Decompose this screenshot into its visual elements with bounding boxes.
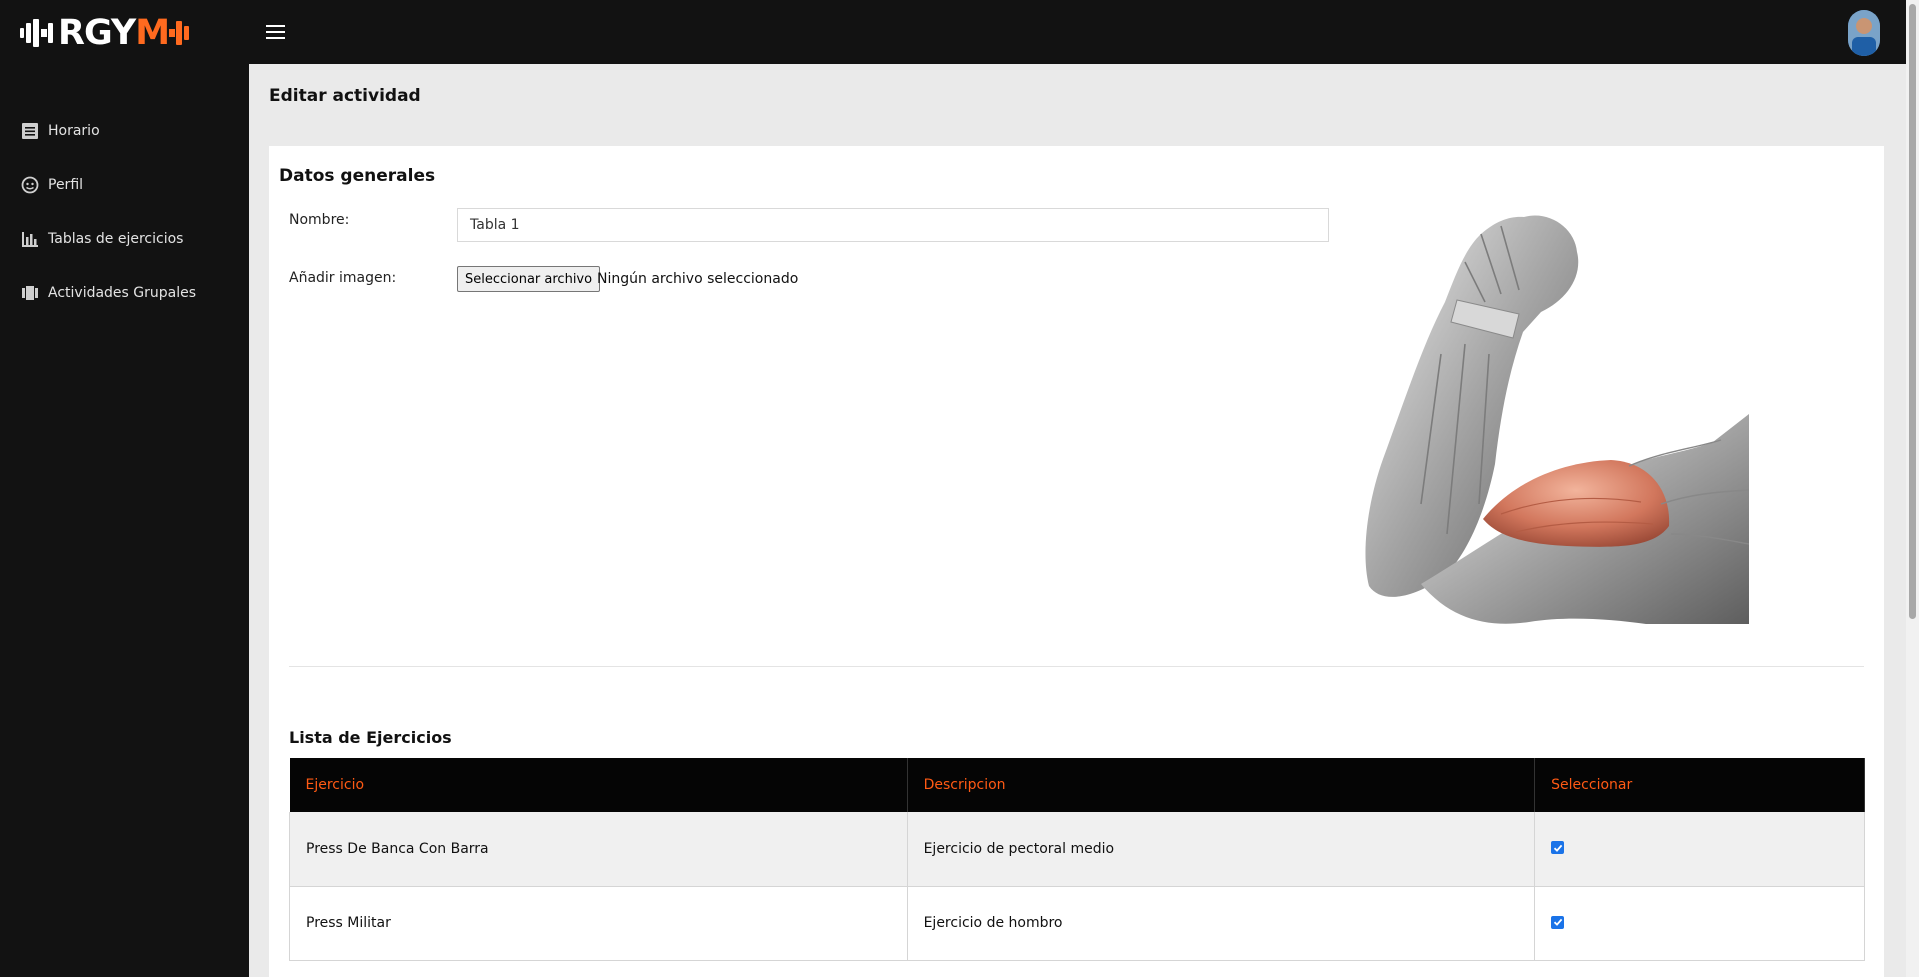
sidebar-item-perfil[interactable]: Perfil <box>0 158 249 212</box>
top-bar: RGYM <box>0 0 1906 64</box>
form-card: Datos generales Nombre: Tabla 1 Añadir i… <box>269 146 1884 977</box>
exercise-select-checkbox[interactable] <box>1551 841 1565 855</box>
sidebar-item-label: Horario <box>48 123 100 139</box>
logo-text: RGYM <box>58 13 170 53</box>
dumbbell-left-icon <box>20 19 53 47</box>
exercise-list-title: Lista de Ejercicios <box>289 728 452 747</box>
image-label: Añadir imagen: <box>289 270 397 286</box>
sidebar-item-tablas[interactable]: Tablas de ejercicios <box>0 212 249 266</box>
dumbbell-right-icon <box>169 21 190 45</box>
sidebar-nav: Horario Perfil Tablas de ejercicios Acti… <box>0 104 249 320</box>
section-divider <box>289 666 1864 667</box>
column-header-descripcion[interactable]: Descripcion <box>907 758 1536 812</box>
page-title: Editar actividad <box>269 86 421 106</box>
user-avatar[interactable] <box>1848 10 1880 56</box>
name-input-value: Tabla 1 <box>470 217 520 233</box>
exercise-select-checkbox[interactable] <box>1551 915 1565 929</box>
sidebar-item-label: Actividades Grupales <box>48 285 197 301</box>
exercise-description-cell: Ejercicio de pectoral medio <box>907 812 1536 887</box>
hamburger-icon[interactable] <box>266 25 285 39</box>
section-title: Datos generales <box>279 166 436 186</box>
sidebar-item-label: Tablas de ejercicios <box>48 231 184 247</box>
table-row: Press Militar Ejercicio de hombro <box>289 886 1865 961</box>
table-row: Press De Banca Con Barra Ejercicio de pe… <box>289 812 1865 887</box>
exercise-name-cell: Press De Banca Con Barra <box>289 812 908 887</box>
group-activity-icon <box>22 286 38 300</box>
name-label: Nombre: <box>289 212 350 228</box>
exercise-description-cell: Ejercicio de hombro <box>907 886 1536 961</box>
file-select-button[interactable]: Seleccionar archivo <box>457 266 601 292</box>
profile-icon <box>21 176 39 194</box>
sidebar-item-label: Perfil <box>48 177 84 193</box>
sidebar-item-horario[interactable]: Horario <box>0 104 249 158</box>
main-content: Editar actividad Datos generales Nombre:… <box>249 64 1906 977</box>
select-cell <box>1534 812 1865 887</box>
select-cell <box>1534 886 1865 961</box>
schedule-icon <box>22 123 38 139</box>
brand-logo[interactable]: RGYM <box>18 12 191 54</box>
scrollbar-thumb[interactable] <box>1909 4 1916 619</box>
exercise-table: Ejercicio Descripcion Seleccionar Press … <box>289 758 1865 961</box>
page-scrollbar[interactable] <box>1906 0 1919 977</box>
bar-chart-icon <box>22 232 38 247</box>
exercise-name-cell: Press Militar <box>289 886 908 961</box>
flexed-arm-image <box>1365 215 1749 624</box>
table-header-row: Ejercicio Descripcion Seleccionar <box>289 758 1865 812</box>
column-header-seleccionar[interactable]: Seleccionar <box>1534 758 1865 812</box>
name-input[interactable]: Tabla 1 <box>457 208 1329 242</box>
file-status-text: Ningún archivo seleccionado <box>597 271 799 287</box>
column-header-ejercicio[interactable]: Ejercicio <box>289 758 908 812</box>
sidebar-item-actividades[interactable]: Actividades Grupales <box>0 266 249 320</box>
